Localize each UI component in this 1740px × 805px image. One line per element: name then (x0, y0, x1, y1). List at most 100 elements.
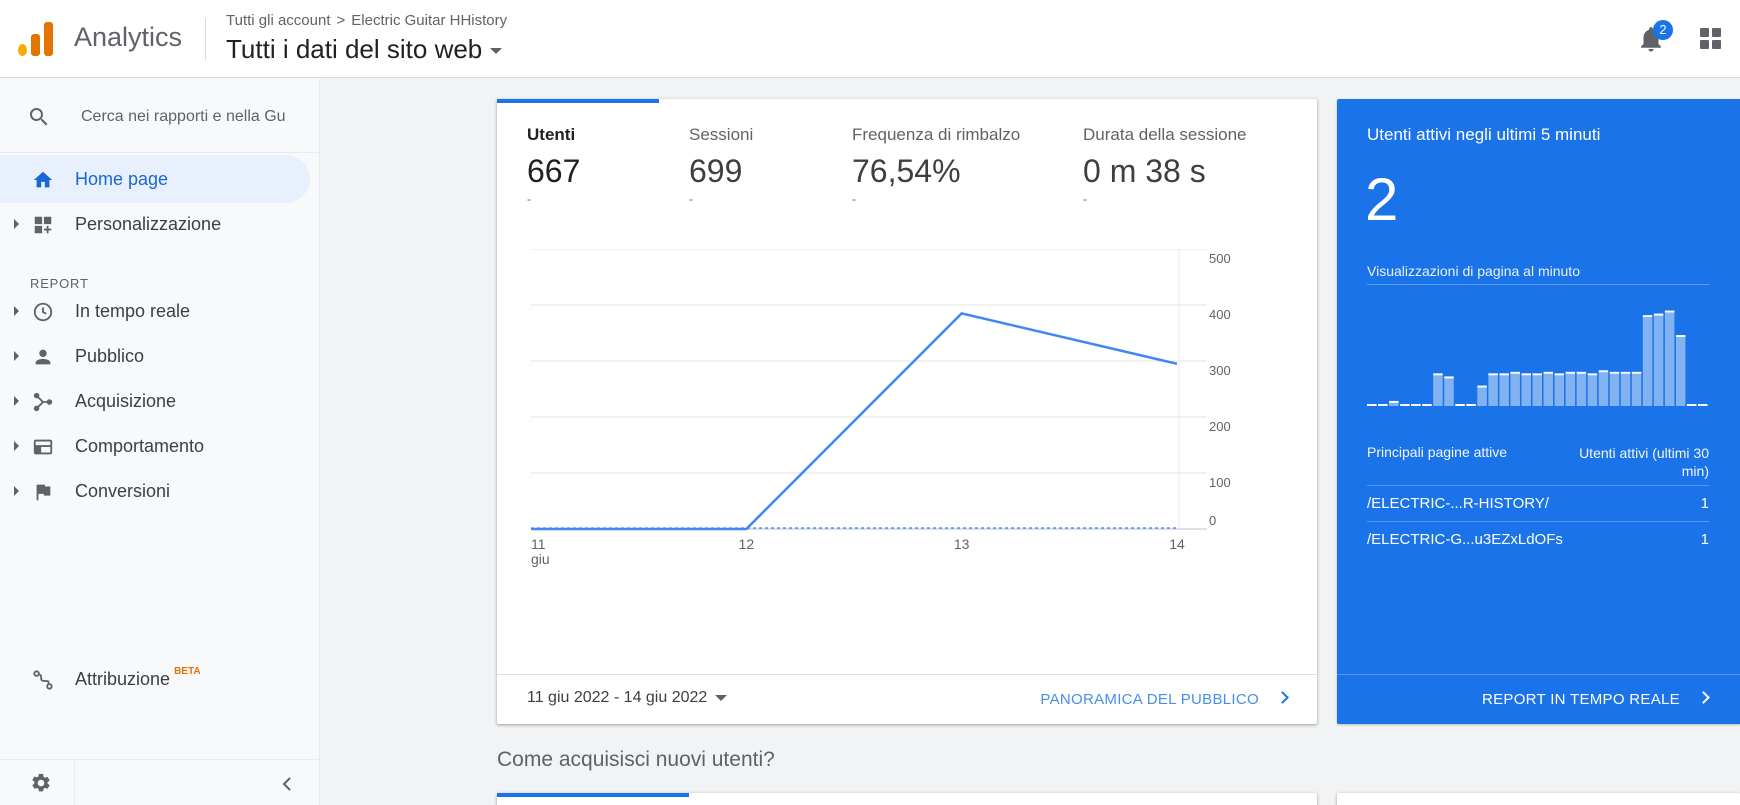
expand-arrow-icon (14, 486, 19, 496)
top-header: Analytics Tutti gli account > Electric Gui… (0, 0, 1740, 78)
sidebar-divider (0, 152, 320, 153)
attribution-label: Attribuzione (75, 669, 171, 689)
selected-tab-indicator (497, 99, 659, 103)
view-selector[interactable]: Tutti i dati del sito web (226, 34, 503, 65)
pageview-bar (1609, 373, 1620, 406)
date-range-selector[interactable]: 11 giu 2022 - 14 giu 2022 (527, 689, 728, 707)
secondary-card (1337, 793, 1740, 805)
gear-icon[interactable] (30, 772, 52, 794)
apps-grid-icon[interactable] (1700, 28, 1722, 50)
pageview-bar-cap (1488, 373, 1498, 376)
search-input[interactable]: Cerca nei rapporti e nella Gu (81, 108, 286, 126)
pageview-bar-cap (1697, 404, 1708, 406)
x-tick-sublabel: giu (531, 551, 550, 567)
pageview-bar-cap (1543, 371, 1554, 374)
y-tick-label: 200 (1209, 419, 1231, 434)
realtime-card: Utenti attivi negli ultimi 5 minuti 2 Vi… (1337, 99, 1740, 724)
metric-value: 667 (527, 153, 581, 189)
expand-arrow-icon (14, 219, 19, 229)
pageview-bar-cap (1587, 373, 1598, 376)
users-line-chart: 0 100 200 300 400 500 11 12 13 14 giu (530, 249, 1231, 567)
metric-tab-sessions[interactable]: Sessioni 699 - (689, 125, 753, 206)
report-search[interactable]: Cerca nei rapporti e nella Gu (0, 97, 320, 137)
sidebar-item-behavior[interactable]: Comportamento (0, 422, 310, 470)
audience-overview-card: Utenti 667 - Sessioni 699 - Frequenza di… (497, 99, 1317, 724)
x-tick-label: 11 (531, 536, 546, 552)
pageview-bar (1532, 375, 1543, 406)
metric-tab-session-duration[interactable]: Durata della sessione 0 m 38 s - (1083, 125, 1246, 206)
pageview-bar-cap (1433, 373, 1443, 376)
pageviews-bar-chart (1367, 310, 1708, 406)
pageview-bar (1389, 402, 1399, 406)
analytics-logo[interactable] (18, 20, 54, 56)
users-series-line (531, 312, 1178, 531)
acquisition-card (497, 793, 1317, 805)
realtime-card-footer: REPORT IN TEMPO REALE (1337, 674, 1740, 724)
active-users-count: 2 (1365, 166, 1399, 233)
page-active-users: 1 (1700, 495, 1709, 512)
pageview-bar-cap (1422, 404, 1432, 406)
breadcrumb-separator: > (336, 12, 346, 29)
pageview-bar-cap (1653, 313, 1664, 316)
y-tick-label: 0 (1209, 513, 1216, 528)
sidebar-item-customization[interactable]: Personalizzazione (0, 200, 310, 248)
metric-delta: - (527, 192, 531, 206)
sidebar-item-label: Attribuzione BETA (75, 666, 201, 690)
sidebar: Cerca nei rapporti e nella Gu Home page … (0, 79, 320, 805)
pageview-bar-cap (1642, 315, 1653, 318)
sidebar-item-home[interactable]: Home page (0, 155, 310, 203)
sidebar-item-conversions[interactable]: Conversioni (0, 467, 310, 515)
y-tick-label: 100 (1209, 475, 1231, 490)
pageview-bar (1675, 337, 1686, 406)
active-page-row[interactable]: /ELECTRIC-...R-HISTORY/ 1 (1367, 485, 1709, 521)
y-tick-label: 400 (1209, 307, 1231, 322)
sidebar-item-label: Home page (75, 169, 169, 189)
pageviews-subtitle: Visualizzazioni di pagina al minuto (1367, 263, 1580, 279)
metric-value: 699 (689, 153, 743, 189)
overview-card-footer: 11 giu 2022 - 14 giu 2022 PANORAMICA DEL… (497, 674, 1317, 724)
pageview-bar-cap (1444, 376, 1454, 379)
sidebar-item-audience[interactable]: Pubblico (0, 332, 310, 380)
pageview-bar (1488, 375, 1498, 406)
clock-icon (33, 302, 53, 322)
metric-tab-bounce-rate[interactable]: Frequenza di rimbalzo 76,54% - (852, 125, 1020, 206)
collapse-sidebar-icon[interactable] (280, 776, 294, 792)
chevron-right-icon[interactable] (1697, 691, 1710, 704)
sidebar-item-acquisition[interactable]: Acquisizione (0, 377, 310, 425)
metric-delta: - (689, 192, 693, 206)
metric-delta: - (852, 192, 856, 206)
breadcrumb[interactable]: Tutti gli account > Electric Guitar HHisto… (226, 12, 507, 29)
pageview-bar-cap (1510, 371, 1520, 374)
active-page-row[interactable]: /ELECTRIC-G...u3EZxLdOFs 1 (1367, 521, 1709, 557)
chevron-right-icon[interactable] (1276, 691, 1289, 704)
footer-divider (74, 760, 75, 805)
acquisition-icon (33, 392, 53, 412)
notification-badge: 2 (1653, 20, 1673, 40)
pageview-bar-cap (1389, 400, 1399, 403)
metric-value: 76,54% (852, 153, 961, 189)
app-name: Analytics (74, 22, 183, 52)
pageview-bar-cap (1686, 404, 1697, 406)
audience-overview-link[interactable]: PANORAMICA DEL PUBBLICO (1040, 691, 1259, 708)
header-divider (205, 18, 206, 60)
pageview-bar (1587, 375, 1598, 406)
sidebar-footer (0, 759, 320, 805)
pageview-bar-cap (1598, 370, 1609, 373)
sidebar-item-attribution[interactable]: Attribuzione BETA (0, 655, 310, 703)
metric-label: Utenti (527, 125, 576, 144)
metric-label: Sessioni (689, 125, 754, 144)
home-icon (33, 171, 53, 188)
breadcrumb-property[interactable]: Electric Guitar HHistory (351, 12, 507, 29)
realtime-report-link[interactable]: REPORT IN TEMPO REALE (1482, 691, 1680, 708)
acquisition-heading: Come acquisisci nuovi utenti? (497, 748, 775, 771)
sidebar-item-label: Acquisizione (75, 391, 177, 411)
realtime-title: Utenti attivi negli ultimi 5 minuti (1367, 125, 1601, 144)
pageview-bar (1477, 387, 1487, 406)
pageview-bar-cap (1675, 335, 1686, 338)
x-tick-label: 14 (1169, 536, 1185, 552)
flag-icon (36, 484, 51, 501)
breadcrumb-account[interactable]: Tutti gli account (226, 12, 331, 29)
pageview-bar-cap (1620, 371, 1631, 374)
metric-tab-users[interactable]: Utenti 667 - (527, 125, 580, 206)
sidebar-item-realtime[interactable]: In tempo reale (0, 287, 310, 335)
